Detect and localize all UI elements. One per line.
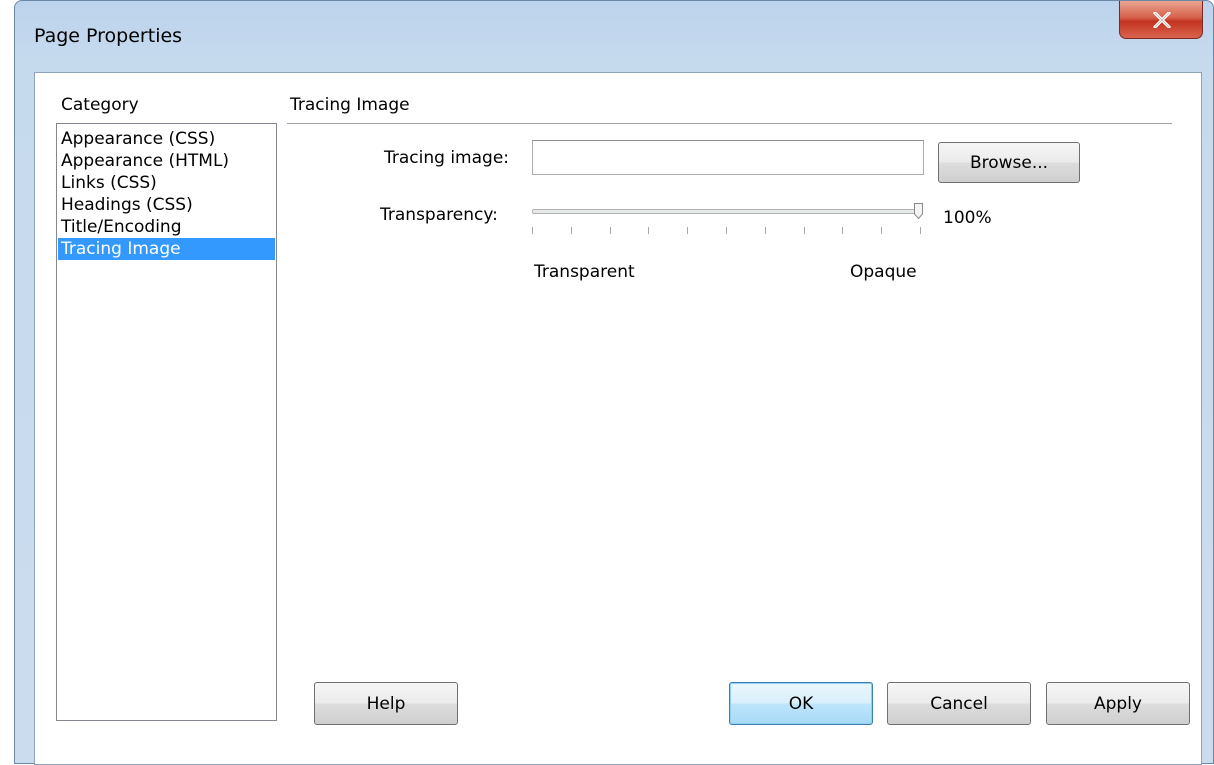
window-title: Page Properties	[34, 25, 183, 47]
slider-track	[532, 209, 922, 214]
slider-tick	[570, 227, 572, 234]
transparency-value: 100%	[943, 208, 992, 228]
cancel-button[interactable]: Cancel	[887, 682, 1031, 725]
section-title: Tracing Image	[290, 95, 410, 115]
dialog-client-area: Category Appearance (CSS) Appearance (HT…	[34, 72, 1202, 765]
slider-tick	[764, 227, 766, 234]
slider-tick	[842, 227, 844, 234]
category-item-links-css[interactable]: Links (CSS)	[58, 172, 275, 194]
category-item-title-encoding[interactable]: Title/Encoding	[58, 216, 275, 238]
close-icon	[1153, 12, 1171, 28]
slider-tick	[803, 227, 805, 234]
slider-tick	[920, 227, 921, 234]
transparency-slider[interactable]	[527, 201, 939, 243]
category-item-headings-css[interactable]: Headings (CSS)	[58, 194, 275, 216]
slider-tick	[726, 227, 727, 234]
slider-thumb[interactable]	[913, 203, 923, 219]
tracing-image-input[interactable]	[532, 140, 924, 175]
slider-tick	[687, 227, 689, 234]
category-item-tracing-image[interactable]: Tracing Image	[58, 238, 275, 260]
slider-tick	[881, 227, 883, 234]
transparency-min-label: Transparent	[534, 262, 635, 282]
apply-button[interactable]: Apply	[1046, 682, 1190, 725]
dialog-window: Page Properties Category Appearance (CSS…	[14, 0, 1214, 765]
slider-tick	[532, 227, 533, 234]
close-button[interactable]	[1119, 1, 1203, 39]
category-item-appearance-html[interactable]: Appearance (HTML)	[58, 150, 275, 172]
help-button[interactable]: Help	[314, 682, 458, 725]
slider-tick	[609, 227, 611, 234]
category-list[interactable]: Appearance (CSS) Appearance (HTML) Links…	[56, 123, 277, 721]
tracing-image-label: Tracing image:	[384, 148, 510, 168]
category-label: Category	[61, 95, 139, 115]
title-bar[interactable]: Page Properties	[15, 1, 1213, 73]
category-item-appearance-css[interactable]: Appearance (CSS)	[58, 128, 275, 150]
browse-button[interactable]: Browse...	[938, 142, 1080, 183]
transparency-max-label: Opaque	[850, 262, 917, 282]
transparency-label: Transparency:	[380, 205, 498, 225]
slider-tick	[648, 227, 650, 234]
ok-button[interactable]: OK	[729, 682, 873, 725]
section-divider	[287, 123, 1172, 125]
